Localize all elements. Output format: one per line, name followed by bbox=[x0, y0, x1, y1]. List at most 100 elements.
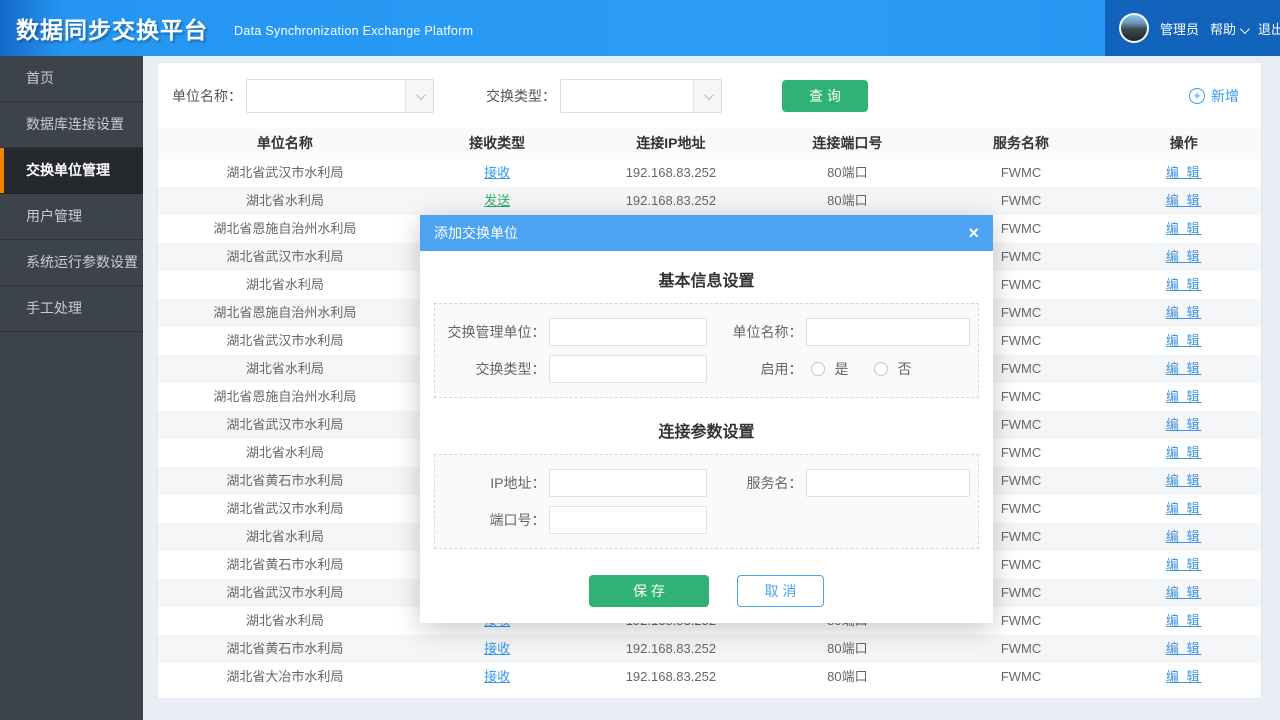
user-name: 管理员 bbox=[1160, 21, 1200, 37]
chevron-down-icon bbox=[1239, 23, 1250, 34]
add-unit-button[interactable]: + 新增 bbox=[1189, 86, 1239, 106]
enable-yes-radio[interactable] bbox=[810, 362, 825, 376]
user-avatar[interactable] bbox=[1119, 13, 1149, 43]
column-header-receive-type: 接收类型 bbox=[411, 128, 583, 159]
modal-title: 添加交换单位 bbox=[434, 225, 518, 241]
table-row: 湖北省水利局 发送 192.168.83.252 80端口 FWMC 编 辑 bbox=[158, 187, 1261, 215]
edit-link[interactable]: 编 辑 bbox=[1166, 557, 1202, 572]
edit-link[interactable]: 编 辑 bbox=[1166, 305, 1202, 320]
unit-name-input[interactable] bbox=[805, 318, 970, 346]
edit-link[interactable]: 编 辑 bbox=[1166, 165, 1202, 180]
save-button[interactable]: 保 存 bbox=[589, 575, 709, 607]
close-icon[interactable]: × bbox=[968, 224, 979, 242]
unit-name-cell: 湖北省水利局 bbox=[245, 445, 324, 460]
modal-body: 基本信息设置 交换管理单位： 单位名称： 交换类型： 启用： 是 否 连接参数设… bbox=[420, 267, 993, 623]
column-header-ip: 连接IP地址 bbox=[582, 128, 760, 159]
enable-yes-label[interactable]: 是 bbox=[835, 359, 850, 379]
unit-name-cell: 湖北省武汉市水利局 bbox=[226, 501, 344, 516]
exchange-type-label: 交换类型： bbox=[475, 361, 546, 377]
app-title: 数据同步交换平台 bbox=[16, 17, 208, 43]
search-button[interactable]: 查 询 bbox=[782, 80, 868, 112]
modal-buttons: 保 存 取 消 bbox=[434, 575, 979, 607]
ip-cell: 192.168.83.252 bbox=[625, 193, 717, 208]
ip-cell: 192.168.83.252 bbox=[625, 641, 717, 656]
sidebar-item-用户管理[interactable]: 用户管理 bbox=[0, 194, 143, 240]
edit-link[interactable]: 编 辑 bbox=[1166, 473, 1202, 488]
table-row: 湖北省武汉市水利局 接收 192.168.83.252 80端口 FWMC 编 … bbox=[158, 159, 1261, 187]
units-table-header: 单位名称 接收类型 连接IP地址 连接端口号 服务名称 操作 bbox=[158, 128, 1261, 159]
edit-link[interactable]: 编 辑 bbox=[1166, 221, 1202, 236]
unit-name-cell: 湖北省武汉市水利局 bbox=[226, 333, 344, 348]
edit-link[interactable]: 编 辑 bbox=[1166, 613, 1202, 628]
basic-info-section-title: 基本信息设置 bbox=[658, 273, 755, 290]
unit-name-cell: 湖北省黄石市水利局 bbox=[226, 557, 344, 572]
exchange-type-filter-label: 交换类型： bbox=[486, 88, 556, 104]
receive-type-link[interactable]: 发送 bbox=[484, 193, 510, 208]
edit-link[interactable]: 编 辑 bbox=[1166, 529, 1202, 544]
column-header-port: 连接端口号 bbox=[759, 128, 936, 159]
exchange-type-select[interactable] bbox=[560, 79, 722, 113]
port-cell: 80端口 bbox=[827, 669, 868, 684]
receive-type-link[interactable]: 接收 bbox=[484, 669, 510, 684]
enable-label: 启用： bbox=[760, 361, 803, 377]
unit-name-cell: 湖北省武汉市水利局 bbox=[226, 585, 344, 600]
edit-link[interactable]: 编 辑 bbox=[1166, 277, 1202, 292]
enable-radio-group: 是 否 bbox=[810, 359, 913, 379]
sidebar-menu: 首页 数据库连接设置 交换单位管理 用户管理 系统运行参数设置 手工处理 bbox=[0, 56, 143, 720]
ip-label: IP地址： bbox=[490, 475, 546, 491]
sidebar-item-交换单位管理[interactable]: 交换单位管理 bbox=[0, 148, 143, 194]
enable-no-label[interactable]: 否 bbox=[898, 359, 913, 379]
sidebar-item-label: 手工处理 bbox=[26, 300, 82, 316]
column-header-service: 服务名称 bbox=[935, 128, 1107, 159]
unit-name-cell: 湖北省水利局 bbox=[245, 361, 324, 376]
unit-name-cell: 湖北省水利局 bbox=[245, 277, 324, 292]
port-cell: 80端口 bbox=[827, 165, 868, 180]
unit-name-cell: 湖北省武汉市水利局 bbox=[226, 417, 344, 432]
unit-name-select-value bbox=[247, 80, 405, 112]
sidebar-item-手工处理[interactable]: 手工处理 bbox=[0, 286, 143, 332]
unit-name-label: 单位名称： bbox=[732, 324, 803, 340]
edit-link[interactable]: 编 辑 bbox=[1166, 641, 1202, 656]
port-cell: 80端口 bbox=[827, 193, 868, 208]
sidebar-item-数据库连接设置[interactable]: 数据库连接设置 bbox=[0, 102, 143, 148]
logout-button[interactable]: 退出 bbox=[1258, 19, 1280, 38]
edit-link[interactable]: 编 辑 bbox=[1166, 585, 1202, 600]
user-area: 管理员 帮助 退出 bbox=[1105, 0, 1280, 56]
edit-link[interactable]: 编 辑 bbox=[1166, 193, 1202, 208]
ip-input[interactable] bbox=[548, 469, 707, 497]
sidebar-item-label: 交换单位管理 bbox=[26, 162, 110, 178]
help-menu[interactable]: 帮助 bbox=[1210, 19, 1250, 38]
edit-link[interactable]: 编 辑 bbox=[1166, 501, 1202, 516]
unit-name-cell: 湖北省水利局 bbox=[245, 529, 324, 544]
conn-params-box: IP地址： 服务名： 端口号： bbox=[434, 454, 979, 549]
receive-type-link[interactable]: 接收 bbox=[484, 641, 510, 656]
exchange-type-input[interactable] bbox=[548, 355, 707, 383]
edit-link[interactable]: 编 辑 bbox=[1166, 249, 1202, 264]
edit-link[interactable]: 编 辑 bbox=[1166, 445, 1202, 460]
sidebar-item-系统运行参数设置[interactable]: 系统运行参数设置 bbox=[0, 240, 143, 286]
ip-cell: 192.168.83.252 bbox=[625, 165, 717, 180]
plus-circle-icon: + bbox=[1189, 88, 1205, 104]
enable-no-radio[interactable] bbox=[873, 362, 888, 376]
chevron-down-icon bbox=[693, 80, 721, 112]
chevron-down-icon bbox=[405, 80, 433, 112]
unit-name-cell: 湖北省大冶市水利局 bbox=[226, 669, 344, 684]
sidebar-item-首页[interactable]: 首页 bbox=[0, 56, 143, 102]
edit-link[interactable]: 编 辑 bbox=[1166, 361, 1202, 376]
edit-link[interactable]: 编 辑 bbox=[1166, 389, 1202, 404]
cancel-button[interactable]: 取 消 bbox=[737, 575, 824, 607]
unit-name-cell: 湖北省武汉市水利局 bbox=[226, 249, 344, 264]
service-cell: FWMC bbox=[1000, 669, 1042, 684]
edit-link[interactable]: 编 辑 bbox=[1166, 669, 1202, 684]
sidebar-item-label: 用户管理 bbox=[26, 208, 82, 224]
unit-name-select[interactable] bbox=[246, 79, 434, 113]
receive-type-link[interactable]: 接收 bbox=[484, 165, 510, 180]
service-name-input[interactable] bbox=[805, 469, 970, 497]
manage-unit-input[interactable] bbox=[548, 318, 707, 346]
edit-link[interactable]: 编 辑 bbox=[1166, 333, 1202, 348]
port-cell: 80端口 bbox=[827, 641, 868, 656]
unit-name-cell: 湖北省水利局 bbox=[245, 193, 324, 208]
edit-link[interactable]: 编 辑 bbox=[1166, 417, 1202, 432]
port-input[interactable] bbox=[548, 506, 707, 534]
conn-params-section-title: 连接参数设置 bbox=[658, 424, 755, 441]
